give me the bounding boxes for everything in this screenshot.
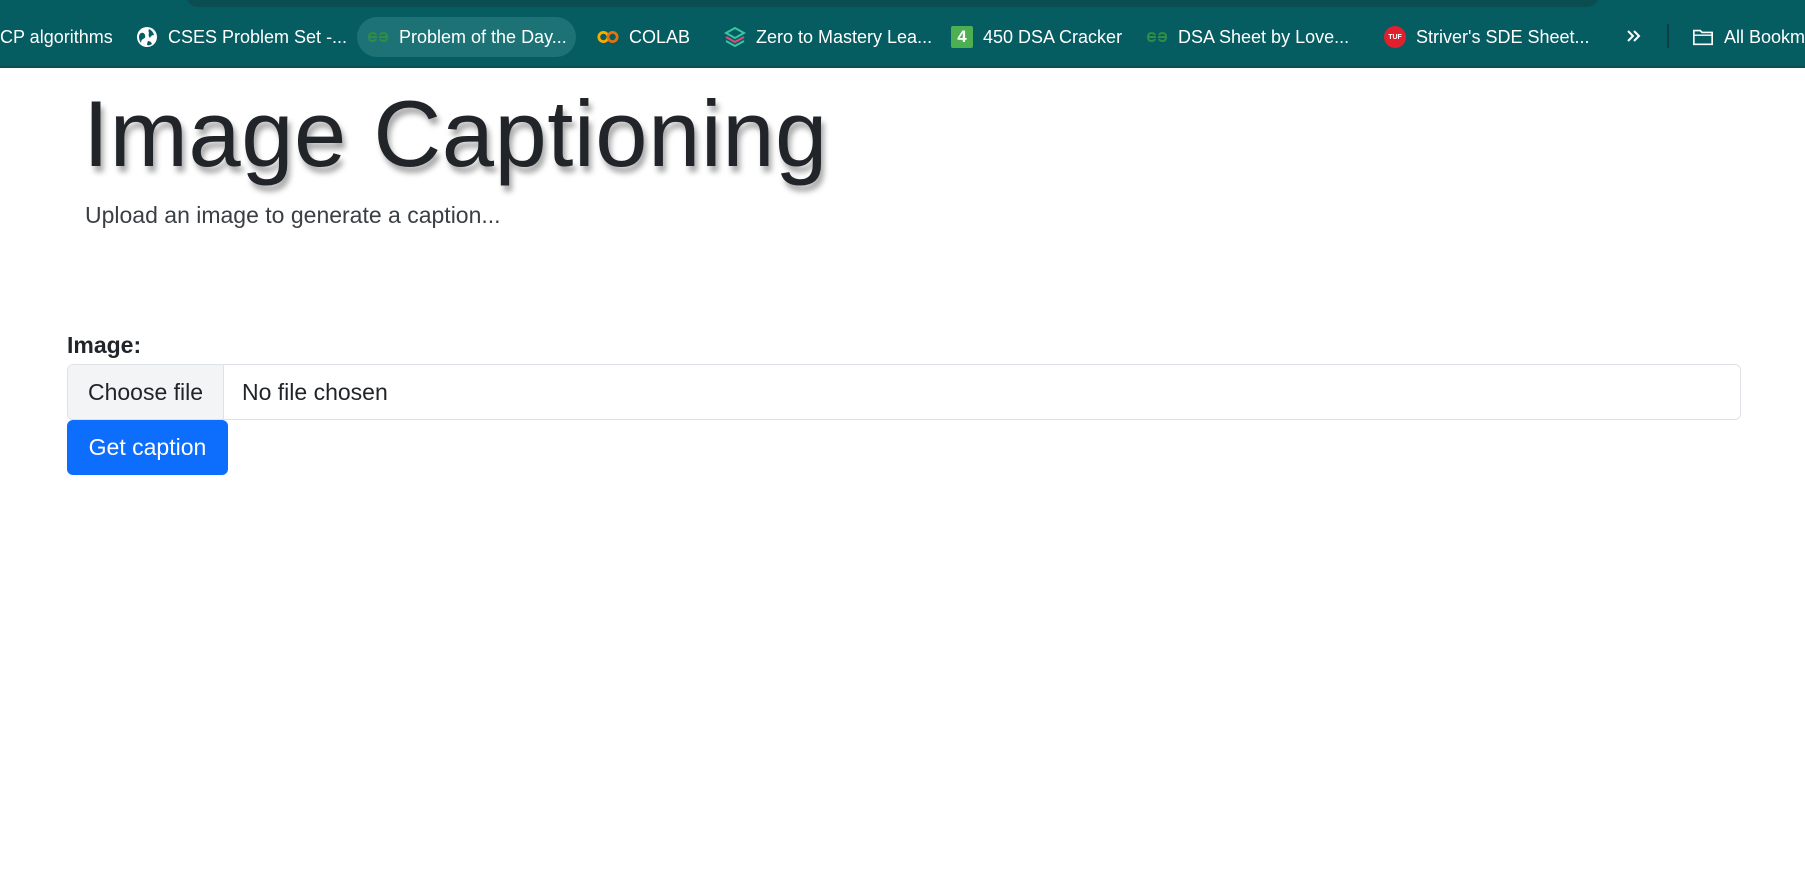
four-badge-text: 4 (957, 27, 967, 46)
all-bookmarks-folder[interactable]: All Bookm (1682, 17, 1805, 57)
image-file-input[interactable]: Choose file No file chosen (67, 364, 1741, 420)
bookmark-label: DSA Sheet by Love... (1178, 26, 1350, 47)
tuf-icon-text: TUF (1388, 33, 1402, 41)
bookmark-label: CP algorithms (0, 26, 113, 47)
bookmark-cses-problem-set[interactable]: CSES Problem Set -... (126, 17, 357, 57)
bookmarks-divider (1667, 24, 1669, 48)
tuf-icon: TUF (1384, 26, 1406, 48)
zero-to-mastery-icon (724, 26, 746, 48)
folder-icon (1692, 26, 1714, 48)
geeksforgeeks-icon (1146, 26, 1168, 48)
page-title: Image Captioning (83, 81, 828, 186)
all-bookmarks-label: All Bookm (1724, 26, 1805, 47)
page-content: Image Captioning Upload an image to gene… (0, 68, 1805, 873)
bookmarks-bar: CP algorithms CSES Problem Set -... Prob… (0, 0, 1805, 68)
bookmark-colab[interactable]: COLAB (587, 17, 700, 57)
image-field-label: Image: (67, 332, 142, 358)
bookmark-label: Striver's SDE Sheet... (1416, 26, 1590, 47)
page-subtitle: Upload an image to generate a caption... (85, 202, 501, 228)
bookmark-label: CSES Problem Set -... (168, 26, 348, 47)
chevron-double-right-icon[interactable] (1620, 22, 1648, 50)
bookmark-problem-of-the-day[interactable]: Problem of the Day... (357, 17, 576, 57)
globe-icon (136, 26, 158, 48)
choose-file-button[interactable]: Choose file (68, 365, 224, 419)
bookmark-cp-algorithms[interactable]: CP algorithms (0, 17, 123, 57)
file-status-text: No file chosen (242, 378, 388, 405)
geeksforgeeks-icon (367, 26, 389, 48)
bookmark-label: Zero to Mastery Lea... (756, 26, 933, 47)
address-bar-edge (185, 0, 1600, 7)
bookmark-dsa-sheet-by-love[interactable]: DSA Sheet by Love... (1136, 17, 1359, 57)
four-badge-icon: 4 (951, 26, 973, 48)
bookmark-zero-to-mastery[interactable]: Zero to Mastery Lea... (714, 17, 942, 57)
bookmark-450-dsa-cracker[interactable]: 4 450 DSA Cracker (941, 17, 1132, 57)
get-caption-button[interactable]: Get caption (67, 420, 228, 475)
bookmark-label: COLAB (629, 26, 691, 47)
bookmark-strivers-sde-sheet[interactable]: TUF Striver's SDE Sheet... (1374, 17, 1600, 57)
colab-icon (597, 26, 619, 48)
bookmark-label: 450 DSA Cracker (983, 26, 1123, 47)
bookmark-label: Problem of the Day... (399, 26, 567, 47)
